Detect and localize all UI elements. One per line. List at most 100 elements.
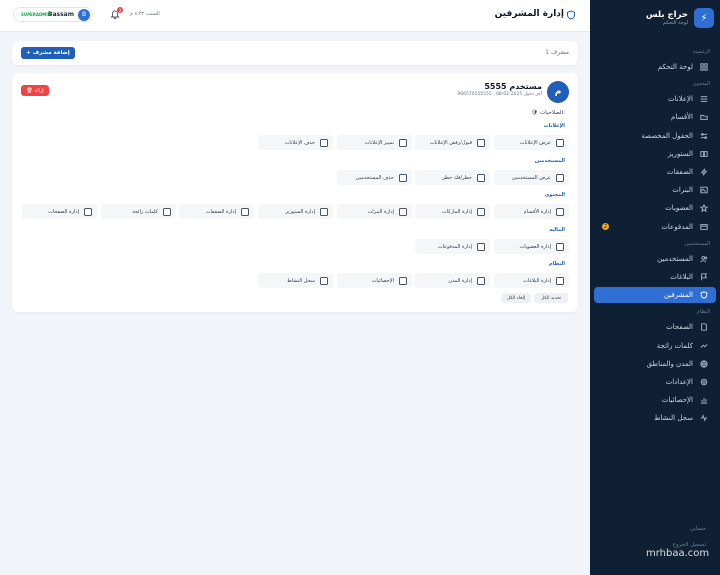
permission-checkbox[interactable]: تمييز الإعلانات <box>337 135 412 150</box>
shield-icon <box>699 291 708 300</box>
permission-checkbox[interactable]: إدارة البلاغات <box>494 273 569 288</box>
sidebar-item-label: العضويات <box>665 204 693 213</box>
image-icon <box>699 186 708 195</box>
permission-checkbox[interactable]: إدارة الصفقات <box>179 204 254 219</box>
select-all-button[interactable]: تحديد الكل <box>534 293 568 303</box>
user-name: Bassam <box>47 11 74 18</box>
sidebar-item-page[interactable]: الصفحات <box>594 319 716 335</box>
permission-checkbox[interactable]: الإحصائيات <box>337 273 412 288</box>
sidebar-item-label: الأقسام <box>671 113 693 122</box>
permission-checkbox[interactable]: حظر/فك حظر <box>415 170 490 185</box>
sidebar-item-globe[interactable]: المدن والمناطق <box>594 356 716 372</box>
deselect-all-button[interactable]: إلغاء الكل <box>501 293 531 303</box>
permission-checkbox[interactable]: إدارة الأقسام <box>494 204 569 219</box>
users-icon <box>699 254 708 263</box>
checkbox-square[interactable] <box>399 207 407 216</box>
brand[interactable]: ⚡ حراج بلس لوحة التحكم <box>646 8 714 28</box>
permission-label: قبول/رفض الإعلانات <box>429 139 472 146</box>
sidebar-item-star[interactable]: العضويات <box>594 200 716 216</box>
sidebar-item-label: سجل النشاط <box>654 414 693 423</box>
page-icon <box>699 323 708 332</box>
user-menu[interactable]: SUPERADMIN Bassam B <box>13 7 93 22</box>
permission-label: إدارة الصفحات <box>48 208 79 215</box>
permission-label: إدارة البنرات <box>367 208 394 215</box>
sidebar-item-list[interactable]: الإعلانات <box>594 91 716 107</box>
star-icon <box>699 204 708 213</box>
remove-supervisor-button[interactable]: 🗑 إزالة <box>21 85 49 96</box>
chart-icon <box>699 396 708 405</box>
checkbox-square[interactable] <box>477 207 485 216</box>
permission-checkbox[interactable]: إدارة الماركات <box>415 204 490 219</box>
sidebar-item-chart[interactable]: الإحصائيات <box>594 392 716 408</box>
checkbox-square[interactable] <box>556 173 564 182</box>
sidebar-item-card[interactable]: المدفوعات 2 <box>594 219 716 235</box>
checkbox-square[interactable] <box>320 276 328 285</box>
globe-icon <box>699 359 708 368</box>
checkbox-square[interactable] <box>477 242 485 251</box>
permission-group-label: المستخدمين <box>534 158 565 164</box>
permission-checkbox[interactable]: إدارة الصفحات <box>22 204 97 219</box>
permission-group-label: المحتوى <box>544 192 565 198</box>
checkbox-square[interactable] <box>320 138 328 147</box>
permission-checkbox[interactable]: سجل النشاط <box>258 273 333 288</box>
sidebar-item-folder[interactable]: الأقسام <box>594 109 716 125</box>
checkbox-square[interactable] <box>163 207 171 216</box>
sidebar-footer-account[interactable]: حسابي <box>690 526 706 532</box>
permission-label: إدارة الماركات <box>442 208 472 215</box>
checkbox-square[interactable] <box>477 276 485 285</box>
sidebar-item-flag[interactable]: البلاغات <box>594 269 716 285</box>
permission-checkbox[interactable]: إدارة المدفوعات <box>415 239 490 254</box>
sidebar-item-badge: 2 <box>602 223 609 231</box>
permission-checkbox[interactable]: إدارة الستوريز <box>258 204 333 219</box>
checkbox-square[interactable] <box>556 276 564 285</box>
permission-checkbox[interactable]: حذف الإعلانات <box>258 135 333 150</box>
permission-checkbox[interactable]: عرض الإعلانات <box>494 135 569 150</box>
permission-label: حظر/فك حظر <box>442 174 472 181</box>
notification-count-badge: 3 <box>117 7 123 13</box>
sidebar-section-title: النظام <box>696 309 710 316</box>
permission-label: إدارة المدفوعات <box>437 243 472 250</box>
brand-subtitle: لوحة التحكم <box>662 20 688 26</box>
checkbox-square[interactable] <box>320 207 328 216</box>
permission-checkbox[interactable]: عرض المستخدمين <box>494 170 569 185</box>
sidebar-item-bolt[interactable]: الصفقات <box>594 164 716 180</box>
sidebar-item-label: المدن والمناطق <box>646 359 693 368</box>
book-icon <box>699 149 708 158</box>
sidebar-item-users[interactable]: المستخدمين <box>594 251 716 267</box>
permission-checkbox[interactable]: إدارة البنرات <box>337 204 412 219</box>
permission-checkbox[interactable]: إدارة المدن <box>415 273 490 288</box>
sidebar-item-gear[interactable]: الإعدادات <box>594 374 716 390</box>
sidebar-item-image[interactable]: البنرات <box>594 182 716 198</box>
checkbox-square[interactable] <box>477 173 485 182</box>
sidebar-item-sliders[interactable]: الحقول المخصصة <box>594 128 716 144</box>
checkbox-square[interactable] <box>556 207 564 216</box>
checkbox-square[interactable] <box>556 242 564 251</box>
watermark: mrhbaa.com <box>646 548 710 559</box>
sidebar-item-label: البنرات <box>672 186 693 195</box>
add-supervisor-button[interactable]: + إضافة مشرف <box>21 47 75 59</box>
checkbox-square[interactable] <box>477 138 485 147</box>
sidebar-item-grid[interactable]: لوحة التحكم <box>594 59 716 75</box>
sidebar-item-trend[interactable]: كلمات رائجة <box>594 338 716 354</box>
checkbox-square[interactable] <box>399 276 407 285</box>
permission-checkbox[interactable]: قبول/رفض الإعلانات <box>415 135 490 150</box>
permission-label: تمييز الإعلانات <box>364 139 394 146</box>
sidebar-item-activity[interactable]: سجل النشاط <box>594 410 716 426</box>
user-role-badge: SUPERADMIN <box>21 12 52 17</box>
permission-label: إدارة البلاغات <box>523 277 551 284</box>
permission-checkbox[interactable]: إدارة العضويات <box>494 239 569 254</box>
permission-group-label: المالية <box>549 227 565 233</box>
permission-checkbox[interactable]: حذف المستخدمين <box>337 170 412 185</box>
checkbox-square[interactable] <box>399 138 407 147</box>
checkbox-square[interactable] <box>556 138 564 147</box>
sidebar-item-shield[interactable]: المشرفين <box>594 287 716 304</box>
brand-name: حراج بلس <box>645 10 688 20</box>
checkbox-square[interactable] <box>84 207 92 216</box>
sidebar-item-book[interactable]: الستوريز <box>594 146 716 162</box>
checkbox-square[interactable] <box>241 207 249 216</box>
permission-checkbox[interactable]: كلمات رائجة <box>101 204 176 219</box>
flag-icon <box>699 273 708 282</box>
checkbox-square[interactable] <box>399 173 407 182</box>
sidebar-item-label: الإعلانات <box>668 95 693 104</box>
permission-label: إدارة العضويات <box>519 243 552 250</box>
